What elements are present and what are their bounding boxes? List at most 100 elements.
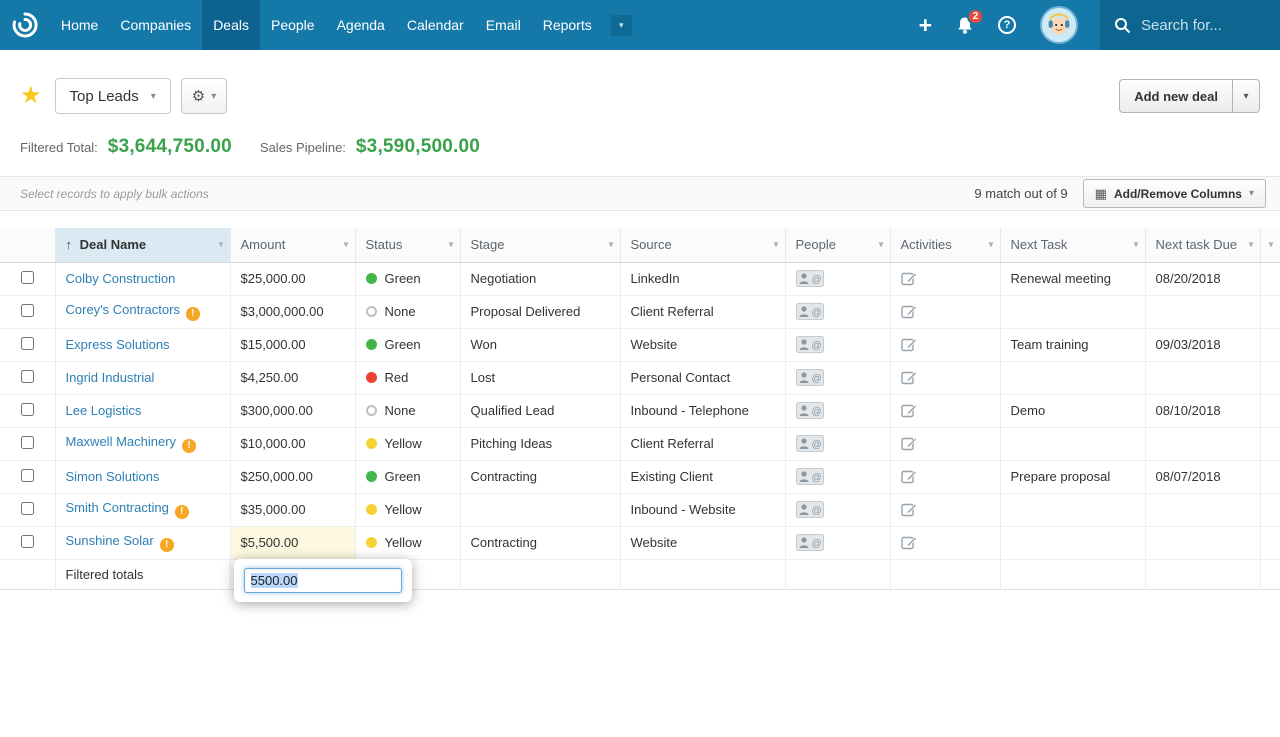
next-task-due-cell[interactable]: 08/07/2018 <box>1145 460 1260 493</box>
next-task-cell[interactable] <box>1000 526 1145 559</box>
next-task-due-cell[interactable] <box>1145 295 1260 328</box>
people-icon[interactable]: @ <box>796 468 824 485</box>
stage-cell[interactable]: Lost <box>460 361 620 394</box>
row-checkbox[interactable] <box>21 436 34 449</box>
people-icon[interactable]: @ <box>796 369 824 386</box>
row-checkbox[interactable] <box>21 403 34 416</box>
source-cell[interactable]: Inbound - Telephone <box>620 394 785 427</box>
notifications-button[interactable]: 2 <box>956 16 974 35</box>
people-icon[interactable]: @ <box>796 336 824 353</box>
column-menu-caret[interactable]: ▾ <box>878 239 883 250</box>
column-menu-caret[interactable]: ▾ <box>1248 239 1253 250</box>
deal-link[interactable]: Lee Logistics <box>66 403 142 418</box>
deal-link[interactable]: Express Solutions <box>66 337 170 352</box>
people-icon[interactable]: @ <box>796 303 824 320</box>
edit-activity-icon[interactable] <box>901 435 918 452</box>
people-icon[interactable]: @ <box>796 402 824 419</box>
amount-edit-input[interactable]: 5500.00 <box>244 568 402 593</box>
saved-view-selector[interactable]: Top Leads ▾ <box>55 78 171 114</box>
status-cell[interactable]: Green <box>355 328 460 361</box>
amount-cell[interactable]: $25,000.00 <box>230 262 355 295</box>
people-icon[interactable]: @ <box>796 501 824 518</box>
warning-icon[interactable]: ! <box>182 439 196 453</box>
warning-icon[interactable]: ! <box>160 538 174 552</box>
column-header-next-task[interactable]: Next Task ▾ <box>1000 228 1145 262</box>
source-cell[interactable]: Existing Client <box>620 460 785 493</box>
amount-cell[interactable]: $300,000.00 <box>230 394 355 427</box>
people-icon[interactable]: @ <box>796 270 824 287</box>
column-menu-caret[interactable]: ▾ <box>343 239 348 250</box>
nav-item-people[interactable]: People <box>260 0 326 50</box>
next-task-cell[interactable] <box>1000 295 1145 328</box>
people-icon[interactable]: @ <box>796 435 824 452</box>
next-task-due-cell[interactable] <box>1145 427 1260 460</box>
add-remove-columns-button[interactable]: ▦ Add/Remove Columns ▾ <box>1083 179 1266 208</box>
edit-activity-icon[interactable] <box>901 402 918 419</box>
column-menu-caret[interactable]: ▾ <box>448 239 453 250</box>
row-checkbox[interactable] <box>21 304 34 317</box>
column-header-status[interactable]: Status ▾ <box>355 228 460 262</box>
edit-activity-icon[interactable] <box>901 501 918 518</box>
stage-cell[interactable]: Contracting <box>460 526 620 559</box>
column-header-source[interactable]: Source ▾ <box>620 228 785 262</box>
stage-cell[interactable]: Negotiation <box>460 262 620 295</box>
status-cell[interactable]: Yellow <box>355 427 460 460</box>
deal-link[interactable]: Maxwell Machinery <box>66 434 177 449</box>
nav-item-agenda[interactable]: Agenda <box>326 0 396 50</box>
column-menu-caret[interactable]: ▾ <box>1268 239 1273 250</box>
column-header-stage[interactable]: Stage ▾ <box>460 228 620 262</box>
nav-more-caret[interactable]: ▾ <box>611 15 632 36</box>
stage-cell[interactable] <box>460 493 620 526</box>
column-header-activities[interactable]: Activities ▾ <box>890 228 1000 262</box>
nav-item-companies[interactable]: Companies <box>109 0 202 50</box>
deal-link[interactable]: Corey's Contractors <box>66 302 180 317</box>
stage-cell[interactable]: Won <box>460 328 620 361</box>
deal-link[interactable]: Smith Contracting <box>66 500 169 515</box>
next-task-due-cell[interactable] <box>1145 361 1260 394</box>
people-icon[interactable]: @ <box>796 534 824 551</box>
source-cell[interactable]: Website <box>620 328 785 361</box>
amount-cell[interactable]: $15,000.00 <box>230 328 355 361</box>
next-task-cell[interactable] <box>1000 427 1145 460</box>
add-new-deal-button[interactable]: Add new deal <box>1119 79 1233 113</box>
column-menu-caret[interactable]: ▾ <box>988 239 993 250</box>
edit-activity-icon[interactable] <box>901 468 918 485</box>
amount-cell[interactable]: $35,000.00 <box>230 493 355 526</box>
next-task-cell[interactable]: Team training <box>1000 328 1145 361</box>
deal-link[interactable]: Ingrid Industrial <box>66 370 155 385</box>
status-cell[interactable]: Red <box>355 361 460 394</box>
column-header-deal-name[interactable]: ↑ Deal Name ▾ <box>55 228 230 262</box>
column-menu-caret[interactable]: ▾ <box>218 239 223 250</box>
help-button[interactable]: ? <box>998 16 1016 34</box>
nav-item-home[interactable]: Home <box>50 0 109 50</box>
source-cell[interactable]: Client Referral <box>620 295 785 328</box>
status-cell[interactable]: None <box>355 295 460 328</box>
next-task-cell[interactable]: Prepare proposal <box>1000 460 1145 493</box>
next-task-due-cell[interactable]: 08/20/2018 <box>1145 262 1260 295</box>
nav-item-email[interactable]: Email <box>475 0 532 50</box>
status-cell[interactable]: Yellow <box>355 493 460 526</box>
next-task-cell[interactable] <box>1000 361 1145 394</box>
source-cell[interactable]: LinkedIn <box>620 262 785 295</box>
row-checkbox[interactable] <box>21 271 34 284</box>
status-cell[interactable]: None <box>355 394 460 427</box>
column-header-amount[interactable]: Amount ▾ <box>230 228 355 262</box>
next-task-due-cell[interactable]: 08/10/2018 <box>1145 394 1260 427</box>
row-checkbox[interactable] <box>21 370 34 383</box>
nav-item-reports[interactable]: Reports <box>532 0 603 50</box>
nav-item-deals[interactable]: Deals <box>202 0 260 50</box>
column-menu-caret[interactable]: ▾ <box>773 239 778 250</box>
warning-icon[interactable]: ! <box>186 307 200 321</box>
next-task-cell[interactable]: Demo <box>1000 394 1145 427</box>
search-input[interactable]: Search for... <box>1100 0 1280 50</box>
warning-icon[interactable]: ! <box>175 505 189 519</box>
favorite-star-icon[interactable]: ★ <box>20 84 42 108</box>
column-menu-caret[interactable]: ▾ <box>1133 239 1138 250</box>
edit-activity-icon[interactable] <box>901 534 918 551</box>
add-deal-options-caret[interactable]: ▾ <box>1233 79 1260 113</box>
source-cell[interactable]: Website <box>620 526 785 559</box>
quick-add-button[interactable]: + <box>919 14 932 37</box>
amount-cell[interactable]: $4,250.00 <box>230 361 355 394</box>
edit-activity-icon[interactable] <box>901 303 918 320</box>
stage-cell[interactable]: Pitching Ideas <box>460 427 620 460</box>
